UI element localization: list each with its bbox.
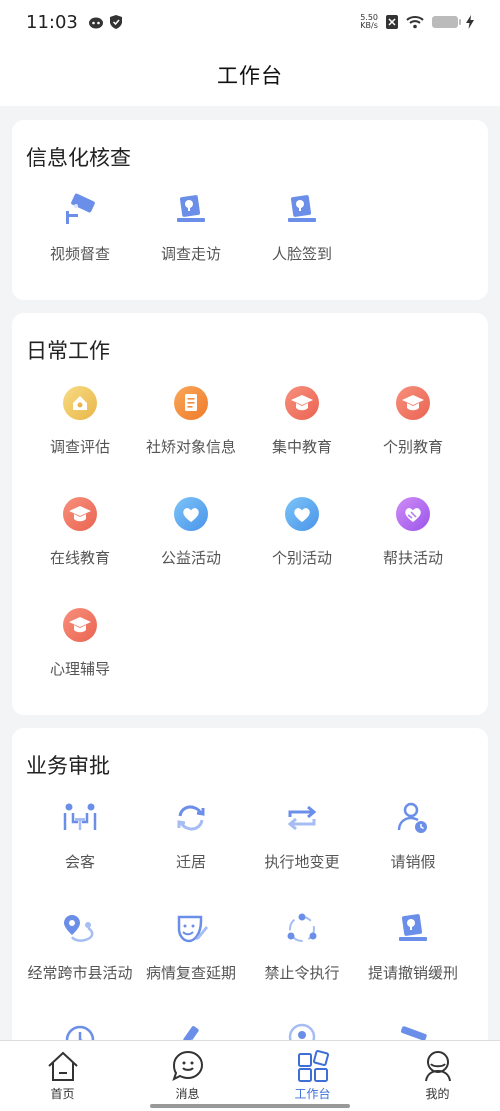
grid-item-label: 人脸签到 xyxy=(271,245,332,263)
grid-item-label: 在线教育 xyxy=(49,549,110,567)
grid-item-label: 执行地变更 xyxy=(264,853,340,871)
daily-work-card: 日常工作 调查评估 社矫对象信息 集中教育 个别教育 在线教育 公益活动 个别活… xyxy=(12,313,488,715)
grid-item-leave-request[interactable]: 请销假 xyxy=(358,798,468,872)
user-clock-icon xyxy=(393,798,433,838)
section-title-daily-work: 日常工作 xyxy=(26,339,110,363)
stamp-icon xyxy=(282,190,322,230)
bottom-tab-bar: 首页 消息 工作台 我的 xyxy=(0,1040,500,1111)
hands-heart-icon xyxy=(393,494,433,534)
grid-item-relocation[interactable]: 迁居 xyxy=(136,798,246,872)
grid-item-execution-place-change[interactable]: 执行地变更 xyxy=(247,798,357,872)
grid-item-label: 请销假 xyxy=(390,853,436,871)
page-title: 工作台 xyxy=(217,64,283,88)
grid-item-psychological-counseling[interactable]: 心理辅导 xyxy=(25,605,135,679)
surveillance-camera-icon xyxy=(60,190,100,230)
grid-item-video-supervision[interactable]: 视频督查 xyxy=(25,190,135,264)
section-title-info-check: 信息化核查 xyxy=(26,146,131,170)
grid-item-label: 社矫对象信息 xyxy=(145,438,236,456)
grid-item-corrections-subject-info[interactable]: 社矫对象信息 xyxy=(136,383,246,457)
graduation-cap-icon xyxy=(60,494,100,534)
graduation-cap-icon xyxy=(393,383,433,423)
grid-item-label: 个别教育 xyxy=(382,438,443,456)
tab-label: 首页 xyxy=(50,1087,75,1101)
grid-item-face-checkin[interactable]: 人脸签到 xyxy=(247,190,357,264)
nav-bar: 工作台 xyxy=(0,44,500,106)
grid-item-label: 病情复查延期 xyxy=(145,964,236,982)
cycle-nodes-icon xyxy=(282,909,322,949)
grid-item-label: 心理辅导 xyxy=(49,660,110,678)
cat-app-icon xyxy=(88,17,103,29)
approval-card: 业务审批 会客 迁居 执行地变更 请销假 经常跨市县活动 病情复查延期 禁止令执… xyxy=(12,728,488,1058)
grid-item-label: 调查走访 xyxy=(160,245,221,263)
grid-item-prohibition-order[interactable]: 禁止令执行 xyxy=(247,909,357,983)
stamp-icon xyxy=(171,190,211,230)
grid-item-survey-visit[interactable]: 调查走访 xyxy=(136,190,246,264)
heart-icon xyxy=(171,494,211,534)
grid-item-visitor-meeting[interactable]: 会客 xyxy=(25,798,135,872)
tab-profile[interactable]: 我的 xyxy=(375,1041,500,1111)
grid-item-label: 会客 xyxy=(64,853,95,871)
grid-item-label: 视频督查 xyxy=(49,245,110,263)
grid-item-probation-revocation[interactable]: 提请撤销缓刑 xyxy=(358,909,468,983)
shield-icon xyxy=(109,15,122,29)
grid-item-label: 禁止令执行 xyxy=(264,964,340,982)
tab-label: 工作台 xyxy=(294,1087,331,1101)
workbench-icon xyxy=(297,1049,329,1082)
battery-icon xyxy=(432,16,461,28)
heart-icon xyxy=(282,494,322,534)
grid-item-investigation-assessment[interactable]: 调查评估 xyxy=(25,383,135,457)
home-indicator xyxy=(150,1104,350,1108)
profile-icon xyxy=(424,1051,451,1082)
status-bar: 11:03 5.50 KB/s xyxy=(0,0,500,44)
grid-item-assistance-activity[interactable]: 帮扶活动 xyxy=(358,494,468,568)
grid-item-individual-activity[interactable]: 个别活动 xyxy=(247,494,357,568)
grid-item-cross-county-activity[interactable]: 经常跨市县活动 xyxy=(25,909,135,983)
message-icon xyxy=(171,1050,203,1081)
grid-item-label: 迁居 xyxy=(175,853,206,871)
grid-item-label: 帮扶活动 xyxy=(382,549,443,567)
meeting-icon xyxy=(60,798,100,838)
grid-item-label: 个别活动 xyxy=(271,549,332,567)
wifi-icon xyxy=(406,16,424,29)
grid-item-medical-review-extension[interactable]: 病情复查延期 xyxy=(136,909,246,983)
document-icon xyxy=(171,383,211,423)
graduation-cap-icon xyxy=(60,605,100,645)
route-pin-icon xyxy=(60,909,100,949)
stamp-icon xyxy=(393,909,433,949)
section-title-approval: 业务审批 xyxy=(26,754,110,778)
grid-item-label: 经常跨市县活动 xyxy=(27,964,133,982)
tab-label: 消息 xyxy=(175,1087,200,1101)
info-check-card: 信息化核查 视频督查 调查走访 人脸签到 xyxy=(12,120,488,300)
tab-workbench[interactable]: 工作台 xyxy=(250,1041,375,1111)
sim-off-icon xyxy=(386,15,398,29)
tab-messages[interactable]: 消息 xyxy=(125,1041,250,1111)
network-speed: 5.50 KB/s xyxy=(360,13,378,30)
graduation-cap-icon xyxy=(282,383,322,423)
swap-arrows-icon xyxy=(282,798,322,838)
house-coin-icon xyxy=(60,383,100,423)
grid-item-group-education[interactable]: 集中教育 xyxy=(247,383,357,457)
home-icon xyxy=(47,1051,78,1081)
tab-label: 我的 xyxy=(425,1087,450,1101)
grid-item-label: 调查评估 xyxy=(49,438,110,456)
grid-item-public-welfare[interactable]: 公益活动 xyxy=(136,494,246,568)
status-time: 11:03 xyxy=(26,11,78,33)
grid-item-label: 公益活动 xyxy=(160,549,221,567)
tab-home[interactable]: 首页 xyxy=(0,1041,125,1111)
grid-item-online-education[interactable]: 在线教育 xyxy=(25,494,135,568)
charging-icon xyxy=(466,15,474,29)
refresh-icon xyxy=(171,798,211,838)
grid-item-label: 提请撤销缓刑 xyxy=(367,964,458,982)
medical-edit-icon xyxy=(171,909,211,949)
grid-item-label: 集中教育 xyxy=(271,438,332,456)
grid-item-individual-education[interactable]: 个别教育 xyxy=(358,383,468,457)
